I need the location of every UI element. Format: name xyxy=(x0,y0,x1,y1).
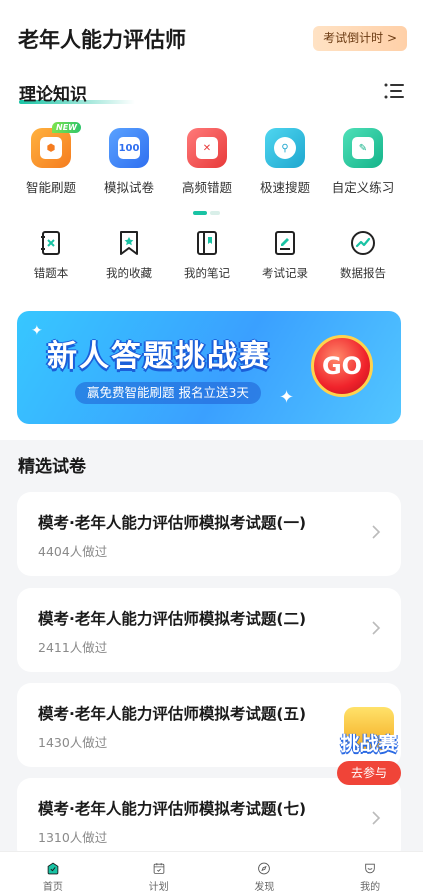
tool-quick-search[interactable]: ⚲ 极速搜题 xyxy=(246,128,324,196)
pager-dot-active xyxy=(193,211,207,215)
smart-practice-icon: ⬢ NEW xyxy=(31,122,81,168)
paper-card[interactable]: 模考·老年人能力评估师模拟考试题(二) 2411人做过 xyxy=(17,588,401,672)
banner-subtitle: 赢免费智能刷题 报名立送3天 xyxy=(75,382,261,404)
tool-label: 模拟试卷 xyxy=(103,180,154,195)
challenge-banner[interactable]: ✦ ✦ 新人答题挑战赛 赢免费智能刷题 报名立送3天 GO xyxy=(17,311,401,424)
tool-custom-practice[interactable]: ✎ 自定义练习 xyxy=(324,128,402,196)
tool-favorites[interactable]: 我的收藏 xyxy=(90,230,168,281)
page-title: 老年人能力评估师 xyxy=(18,28,186,52)
section-title-papers: 精选试卷 xyxy=(18,457,86,477)
tab-discover[interactable]: 发现 xyxy=(212,852,318,893)
paper-count: 4404人做过 xyxy=(38,544,108,559)
tool-notes[interactable]: 我的笔记 xyxy=(168,230,246,281)
calendar-icon xyxy=(153,863,164,874)
data-report-icon xyxy=(351,231,375,255)
tab-plan[interactable]: 计划 xyxy=(106,852,212,893)
custom-practice-icon: ✎ xyxy=(343,128,383,168)
profile-icon xyxy=(365,863,375,874)
frequent-mistakes-icon: ✕ xyxy=(187,128,227,168)
paper-title: 模考·老年人能力评估师模拟考试题(五) xyxy=(38,705,307,723)
app-header: 老年人能力评估师 考试倒计时 > xyxy=(0,0,423,80)
floating-title: 挑战赛 xyxy=(340,733,398,755)
section-title-theory: 理论知识 xyxy=(19,85,87,105)
notes-icon xyxy=(197,231,217,255)
join-button[interactable]: 去参与 xyxy=(337,761,401,785)
tab-label: 计划 xyxy=(148,882,169,893)
tool-frequent-mistakes[interactable]: ✕ 高频错题 xyxy=(168,128,246,196)
paper-title: 模考·老年人能力评估师模拟考试题(二) xyxy=(38,610,307,628)
home-icon xyxy=(47,862,59,875)
favorites-icon xyxy=(120,231,138,255)
new-badge: NEW xyxy=(52,122,81,133)
tool-exam-record[interactable]: 考试记录 xyxy=(246,230,324,281)
tool-label: 极速搜题 xyxy=(259,180,310,195)
paper-count: 1310人做过 xyxy=(38,830,108,845)
quick-search-icon: ⚲ xyxy=(265,128,305,168)
tool-data-report[interactable]: 数据报告 xyxy=(324,230,402,281)
mock-paper-icon: 100 xyxy=(109,128,149,168)
paper-count: 2411人做过 xyxy=(38,640,108,655)
chevron-right-icon xyxy=(372,525,381,539)
list-menu-icon[interactable] xyxy=(384,83,404,99)
floating-challenge[interactable]: 挑战赛 去参与 xyxy=(332,707,406,793)
tab-home[interactable]: 首页 xyxy=(0,852,106,893)
tool-label: 错题本 xyxy=(33,266,69,280)
tab-profile[interactable]: 我的 xyxy=(317,852,423,893)
tool-label: 自定义练习 xyxy=(331,180,395,195)
tool-mock-paper[interactable]: 100 模拟试卷 xyxy=(90,128,168,196)
exam-countdown-button[interactable]: 考试倒计时 > xyxy=(313,26,407,51)
tools-pager xyxy=(193,211,220,215)
tool-label: 智能刷题 xyxy=(25,180,76,195)
tool-label: 高频错题 xyxy=(181,180,232,195)
paper-card[interactable]: 模考·老年人能力评估师模拟考试题(一) 4404人做过 xyxy=(17,492,401,576)
paper-count: 1430人做过 xyxy=(38,735,108,750)
chevron-right-icon xyxy=(372,811,381,825)
chevron-right-icon xyxy=(372,621,381,635)
tool-label: 我的笔记 xyxy=(184,266,230,280)
pager-dot xyxy=(210,211,220,215)
main-tools-row: ⬢ NEW 智能刷题 100 模拟试卷 ✕ 高频错题 ⚲ 极速搜题 ✎ 自定义练… xyxy=(12,122,423,196)
exam-record-icon xyxy=(275,231,295,255)
go-button[interactable]: GO xyxy=(311,335,373,397)
tab-label: 发现 xyxy=(254,882,275,893)
sparkle-icon: ✦ xyxy=(31,323,43,339)
tool-mistake-book[interactable]: 错题本 xyxy=(12,230,90,281)
sub-tools-row: 错题本 我的收藏 我的笔记 考试记录 数据报告 xyxy=(12,230,423,281)
bottom-tabbar: 首页 计划 发现 我的 xyxy=(0,851,423,893)
tab-label: 我的 xyxy=(360,882,381,893)
paper-title: 模考·老年人能力评估师模拟考试题(七) xyxy=(38,800,307,818)
sparkle-icon: ✦ xyxy=(279,387,295,408)
compass-icon xyxy=(258,862,271,875)
tool-label: 我的收藏 xyxy=(106,266,152,280)
paper-title: 模考·老年人能力评估师模拟考试题(一) xyxy=(38,514,307,532)
mistake-book-icon xyxy=(41,231,60,255)
tool-label: 考试记录 xyxy=(262,266,308,280)
banner-title: 新人答题挑战赛 xyxy=(47,339,271,374)
tool-smart-practice[interactable]: ⬢ NEW 智能刷题 xyxy=(12,122,90,196)
tool-label: 数据报告 xyxy=(340,266,386,280)
mock-paper-badge: 100 xyxy=(118,137,140,159)
tab-label: 首页 xyxy=(42,882,63,893)
